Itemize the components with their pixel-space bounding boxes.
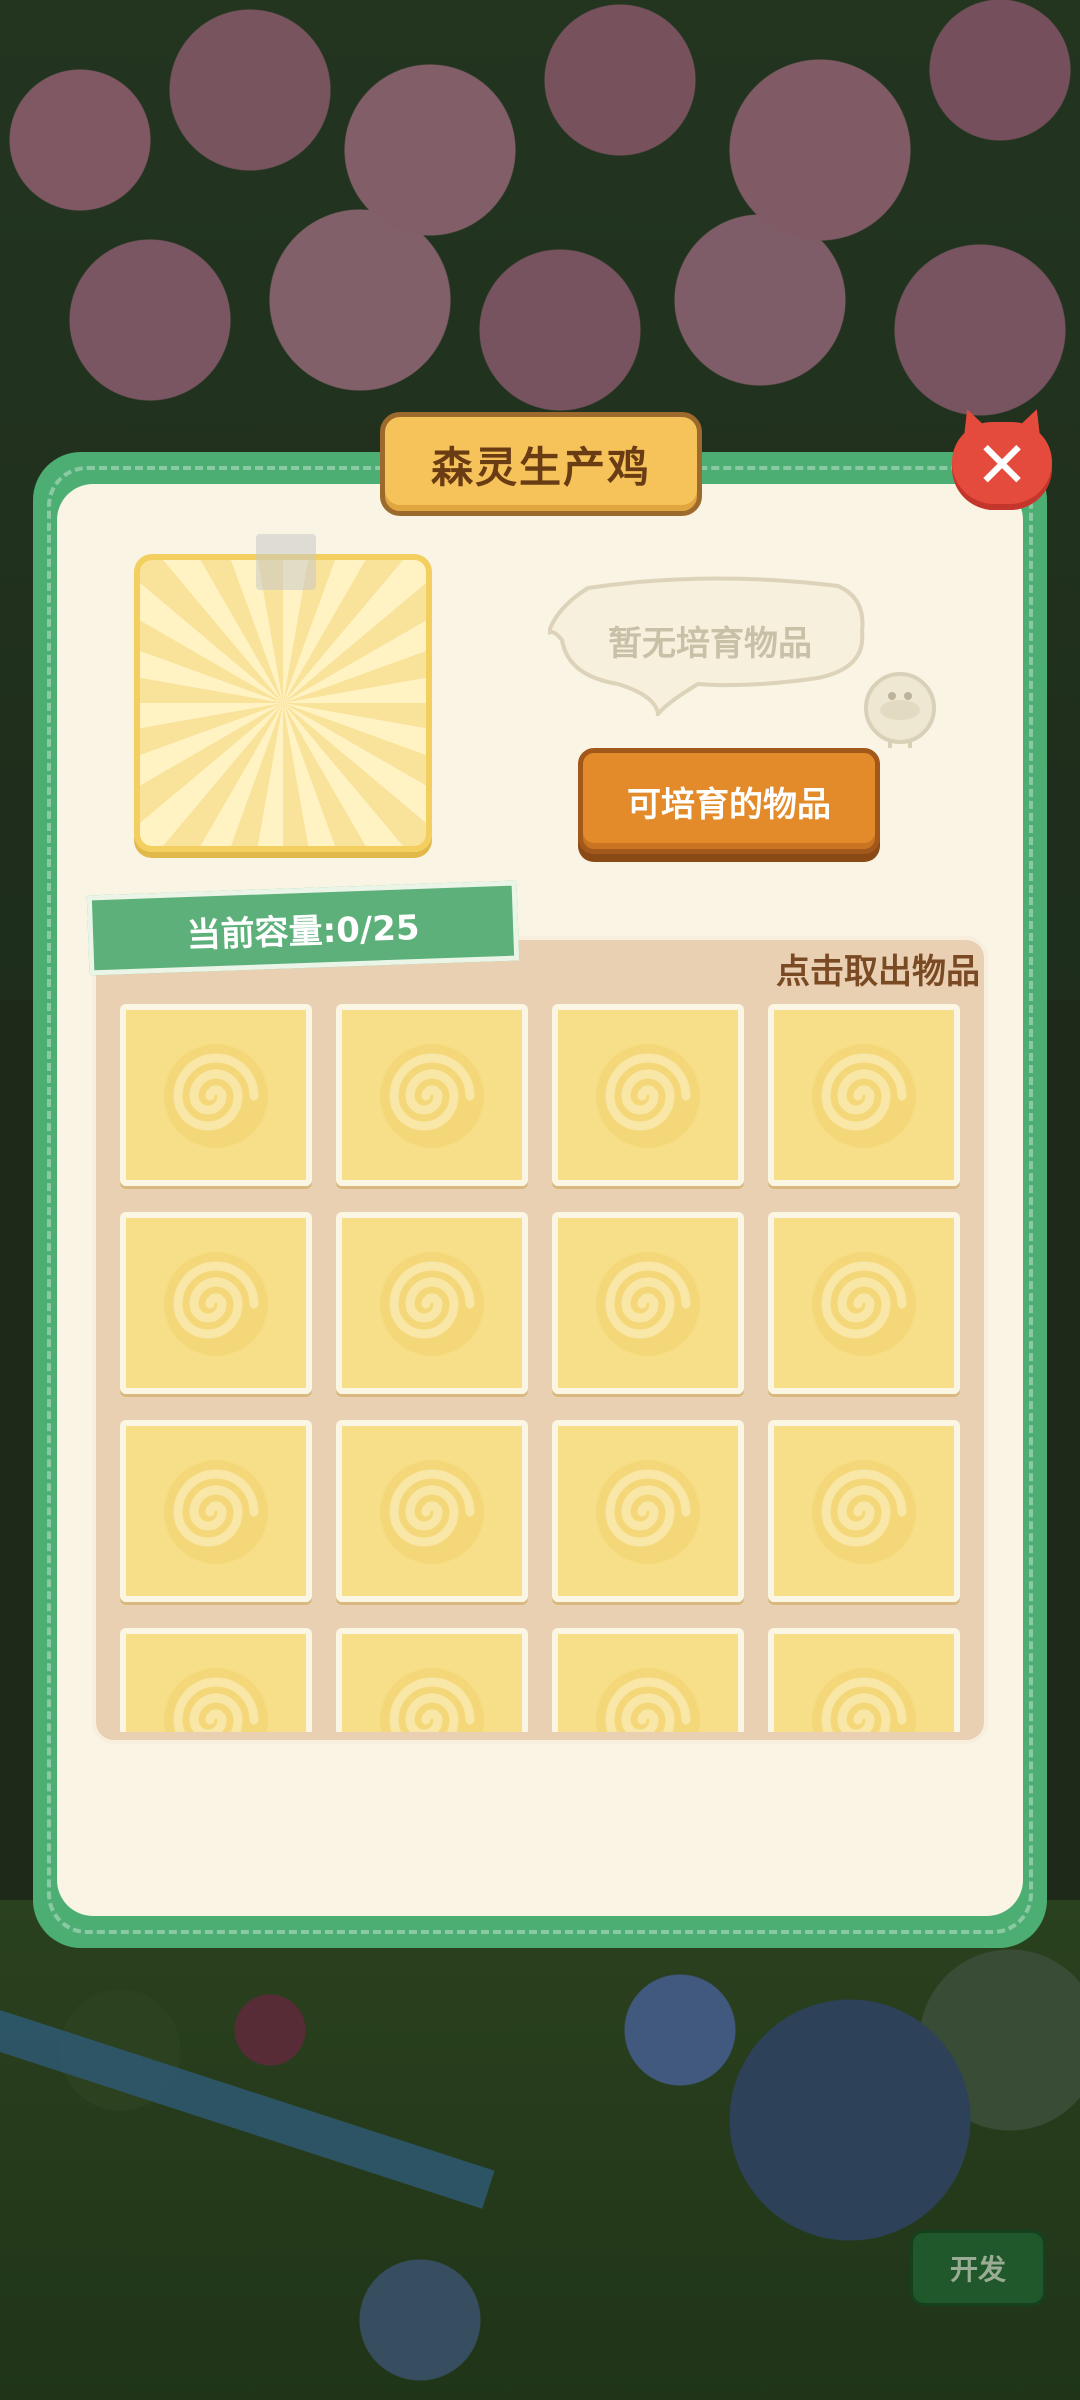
inventory-slot[interactable] bbox=[552, 1004, 744, 1186]
close-icon: ✕ bbox=[975, 429, 1029, 503]
empty-slot-swirl-icon bbox=[380, 1460, 484, 1564]
inventory-slot[interactable] bbox=[336, 1420, 528, 1602]
empty-slot-swirl-icon bbox=[380, 1252, 484, 1356]
inventory-grid bbox=[120, 1004, 962, 1732]
breeding-preview-slot bbox=[134, 554, 432, 852]
empty-slot-swirl-icon bbox=[380, 1668, 484, 1732]
empty-slot-swirl-icon bbox=[380, 1044, 484, 1148]
inventory-slot[interactable] bbox=[768, 1420, 960, 1602]
empty-slot-swirl-icon bbox=[596, 1252, 700, 1356]
empty-slot-swirl-icon bbox=[164, 1044, 268, 1148]
empty-slot-swirl-icon bbox=[812, 1252, 916, 1356]
empty-slot-swirl-icon bbox=[164, 1460, 268, 1564]
inventory-slot[interactable] bbox=[552, 1420, 744, 1602]
inventory-slot[interactable] bbox=[336, 1212, 528, 1394]
capacity-label: 当前容量:0/25 bbox=[86, 880, 520, 976]
speech-bubble: 暂无培育物品 bbox=[548, 568, 872, 716]
empty-slot-swirl-icon bbox=[596, 1460, 700, 1564]
inventory-slot[interactable] bbox=[120, 1212, 312, 1394]
take-out-hint: 点击取出物品 bbox=[776, 952, 980, 992]
empty-slot-swirl-icon bbox=[596, 1668, 700, 1732]
empty-slot-swirl-icon bbox=[812, 1460, 916, 1564]
empty-slot-swirl-icon bbox=[596, 1044, 700, 1148]
inventory-slot[interactable] bbox=[120, 1420, 312, 1602]
inventory-slot[interactable] bbox=[336, 1004, 528, 1186]
empty-breeding-text: 暂无培育物品 bbox=[608, 624, 812, 664]
inventory-slot[interactable] bbox=[120, 1628, 312, 1732]
empty-slot-swirl-icon bbox=[812, 1668, 916, 1732]
tape-decoration bbox=[256, 534, 316, 590]
dialog-title-plate: 森灵生产鸡 bbox=[380, 412, 702, 516]
inventory-slot[interactable] bbox=[120, 1004, 312, 1186]
close-button[interactable]: ✕ bbox=[944, 402, 1060, 514]
inventory-slot[interactable] bbox=[768, 1004, 960, 1186]
empty-slot-swirl-icon bbox=[812, 1044, 916, 1148]
inventory-slot[interactable] bbox=[768, 1628, 960, 1732]
empty-slot-swirl-icon bbox=[164, 1252, 268, 1356]
empty-slot-swirl-icon bbox=[164, 1668, 268, 1732]
inventory-slot[interactable] bbox=[552, 1628, 744, 1732]
breedable-items-button[interactable]: 可培育的物品 bbox=[578, 748, 880, 854]
inventory-slot[interactable] bbox=[768, 1212, 960, 1394]
inventory-slot[interactable] bbox=[552, 1212, 744, 1394]
dialog-title: 森灵生产鸡 bbox=[430, 442, 651, 492]
chick-icon bbox=[864, 672, 936, 748]
inventory-slot[interactable] bbox=[336, 1628, 528, 1732]
